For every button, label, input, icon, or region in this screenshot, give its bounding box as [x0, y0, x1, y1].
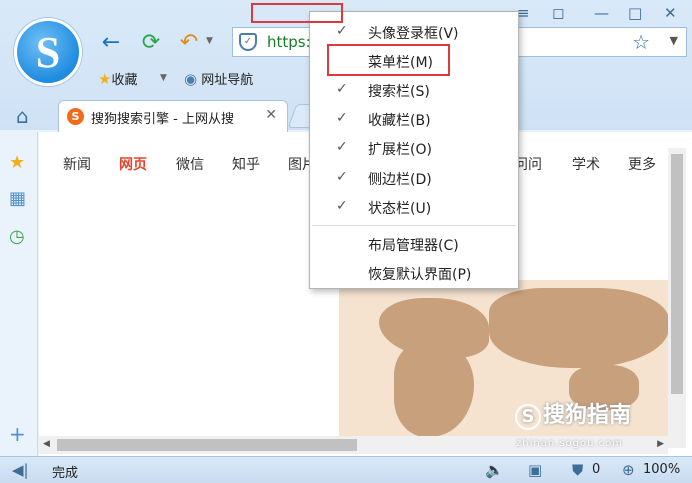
menu-item-label: 扩展栏(O) — [368, 142, 432, 158]
map-land-asia — [489, 288, 669, 368]
ad-block-count: 0 — [592, 462, 601, 477]
zoom-icon[interactable]: ⊕ — [622, 461, 635, 479]
menu-item-extbar[interactable]: ✓ 扩展栏(O) — [310, 134, 518, 162]
star-outline-icon[interactable]: ☆ — [632, 30, 650, 54]
menu-item-label: 恢复默认界面(P) — [368, 267, 472, 283]
menu-item-restore-default[interactable]: 恢复默认界面(P) — [310, 259, 518, 287]
device-icon[interactable]: ▦ — [9, 188, 26, 209]
tab-title: 搜狗搜索引擎 - 上网从搜 — [91, 112, 234, 127]
history-clock-icon[interactable]: ◷ — [9, 226, 25, 247]
bookmarks-dropdown-icon[interactable]: ▼ — [160, 73, 167, 83]
add-icon[interactable]: + — [9, 422, 26, 446]
globe-icon: ◉ — [184, 70, 198, 88]
sogou-favicon-icon: S — [67, 108, 84, 125]
sidebar-toggle-icon[interactable]: ◀| — [12, 461, 29, 479]
watermark-url: zhinan.sogou.com — [516, 438, 624, 449]
zoom-level[interactable]: 100% — [643, 462, 680, 477]
shield-icon: ✓ — [239, 33, 257, 51]
menu-item-layout-manager[interactable]: 布局管理器(C) — [310, 230, 518, 258]
menu-item-favbar[interactable]: ✓ 收藏栏(B) — [310, 105, 518, 133]
status-bar: ◀| 完成 🔈 ▣ ⛊ 0 ⊕ 100% — [0, 456, 692, 483]
watermark-brand: 搜狗指南 — [543, 403, 632, 428]
close-icon[interactable]: ✕ — [664, 4, 677, 22]
check-icon: ✓ — [336, 139, 348, 155]
chevron-down-icon[interactable]: ▼ — [670, 34, 678, 47]
tab-close-icon[interactable]: ✕ — [265, 107, 277, 123]
menu-item-label: 状态栏(U) — [368, 201, 432, 217]
site-nav-label: 网址导航 — [201, 73, 254, 88]
vertical-scroll-thumb[interactable] — [671, 154, 683, 394]
vertical-scrollbar[interactable] — [668, 148, 686, 448]
map-land-africa — [394, 342, 474, 437]
nav-news[interactable]: 新闻 — [63, 154, 91, 174]
menu-item-label: 侧边栏(D) — [368, 172, 432, 188]
check-icon: ✓ — [336, 169, 348, 185]
sogou-s-icon: S — [515, 404, 541, 430]
speaker-icon[interactable]: 🔈 — [485, 461, 504, 479]
nav-web[interactable]: 网页 — [119, 154, 147, 174]
horizontal-scroll-thumb[interactable] — [57, 439, 357, 451]
nav-zhihu[interactable]: 知乎 — [232, 154, 260, 174]
favorites-star-icon[interactable]: ★ — [9, 152, 25, 173]
tab-sogou[interactable]: S 搜狗搜索引擎 - 上网从搜 ✕ — [58, 100, 288, 132]
toolbox-icon[interactable]: ▣ — [528, 461, 542, 479]
menu-item-label: 收藏栏(B) — [368, 113, 431, 129]
highlight-box-menubar — [327, 44, 450, 76]
logo-letter: S — [35, 28, 61, 77]
nav-academic[interactable]: 学术 — [572, 154, 600, 174]
status-text: 完成 — [52, 466, 79, 481]
bookmarks-label: 收藏 — [111, 73, 138, 88]
menu-item-statusbar[interactable]: ✓ 状态栏(U) — [310, 193, 518, 221]
check-icon: ✓ — [336, 81, 348, 97]
check-icon: ✓ — [336, 198, 348, 214]
home-icon[interactable]: ⌂ — [16, 104, 29, 128]
bookmarks-button[interactable]: ★收藏 — [98, 69, 137, 88]
undo-dropdown-icon[interactable]: ▼ — [206, 36, 213, 46]
minimize-icon[interactable]: — — [594, 4, 609, 22]
ad-block-shield-icon[interactable]: ⛊ — [572, 461, 583, 479]
sogou-avatar-logo[interactable]: S — [14, 18, 82, 86]
check-icon: ✓ — [336, 110, 348, 126]
star-icon: ★ — [98, 70, 112, 88]
nav-weixin[interactable]: 微信 — [176, 154, 204, 174]
sidebar: ★ ▦ ◷ + — [0, 132, 38, 456]
menu-item-label: 搜索栏(S) — [368, 84, 430, 100]
check-icon: ✓ — [336, 23, 348, 39]
nav-more[interactable]: 更多 — [628, 154, 656, 174]
maximize-icon[interactable]: □ — [628, 4, 642, 22]
menu-separator — [312, 225, 516, 226]
menu-item-searchbar[interactable]: ✓ 搜索栏(S) — [310, 76, 518, 104]
menu-item-label: 头像登录框(V) — [368, 26, 459, 42]
skin-shirt-icon[interactable]: ◻ — [552, 4, 564, 22]
highlight-box-toolbar — [251, 3, 343, 23]
site-nav-button[interactable]: ◉ 网址导航 — [184, 69, 253, 88]
undo-icon[interactable]: ↶ — [176, 30, 202, 56]
url-text[interactable]: https: — [267, 33, 311, 51]
menu-item-sidebar[interactable]: ✓ 侧边栏(D) — [310, 164, 518, 192]
refresh-icon[interactable]: ⟳ — [138, 30, 164, 56]
scroll-left-icon[interactable]: ◀ — [43, 439, 50, 449]
watermark-logo: S 搜狗指南 — [515, 397, 631, 430]
back-arrow-icon[interactable]: ← — [98, 30, 124, 56]
scroll-right-icon[interactable]: ▶ — [657, 439, 664, 449]
menu-item-label: 布局管理器(C) — [368, 238, 459, 254]
